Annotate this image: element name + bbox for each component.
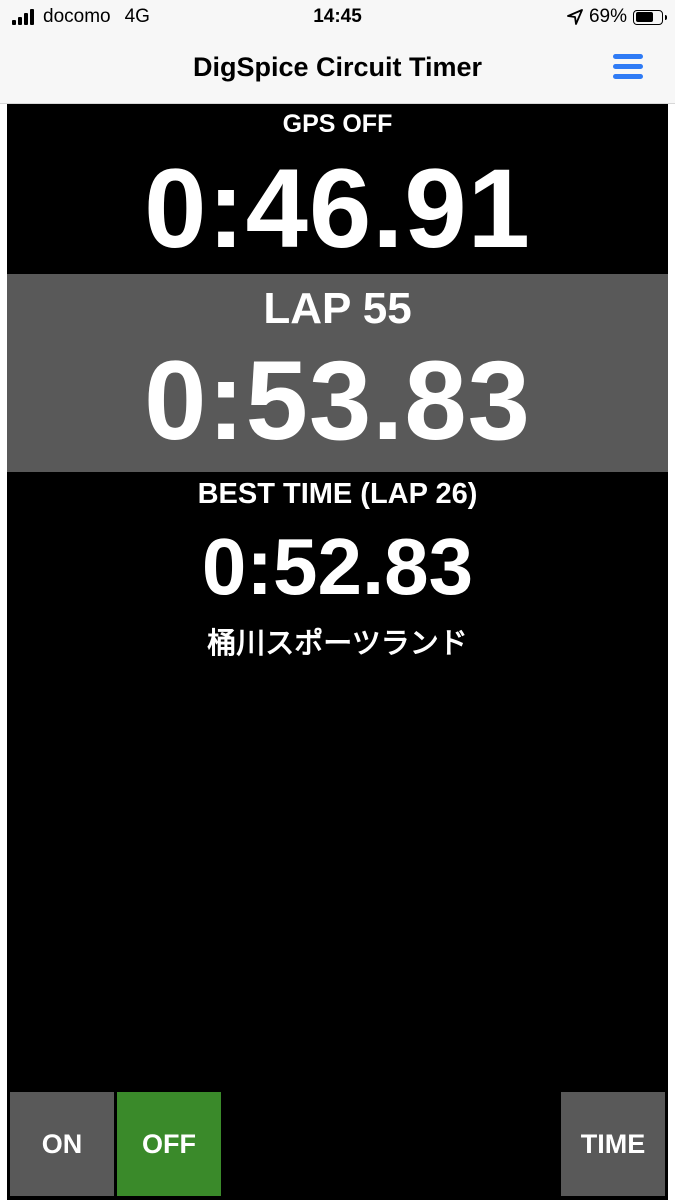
time-button[interactable]: TIME	[561, 1092, 665, 1196]
battery-icon	[633, 9, 667, 25]
navigation-bar: DigSpice Circuit Timer	[0, 36, 675, 104]
gps-status: GPS OFF	[282, 110, 393, 138]
location-arrow-icon	[567, 9, 583, 25]
last-lap-time: 0:53.83	[144, 338, 531, 463]
gps-off-button[interactable]: OFF	[117, 1092, 221, 1196]
last-lap-panel: LAP 55 0:53.83	[7, 274, 668, 472]
hamburger-menu-icon[interactable]	[611, 50, 645, 84]
timer-display: GPS OFF 0:46.91 LAP 55 0:53.83 BEST TIME…	[7, 104, 668, 1200]
circuit-name: 桶川スポーツランド	[207, 626, 468, 660]
status-bar: docomo 4G 14:45 69%	[0, 0, 675, 36]
app-title: DigSpice Circuit Timer	[192, 52, 483, 82]
current-lap-time: 0:46.91	[144, 146, 531, 271]
battery-percent: 69%	[588, 6, 627, 27]
gps-on-button[interactable]: ON	[10, 1092, 114, 1196]
lap-number: LAP 55	[263, 284, 412, 333]
best-time-label: BEST TIME (LAP 26)	[197, 478, 478, 510]
best-time-value: 0:52.83	[201, 522, 474, 611]
app-screen: docomo 4G 14:45 69% DigSpice Circuit Tim…	[0, 0, 675, 1200]
status-right: 69%	[567, 6, 667, 28]
